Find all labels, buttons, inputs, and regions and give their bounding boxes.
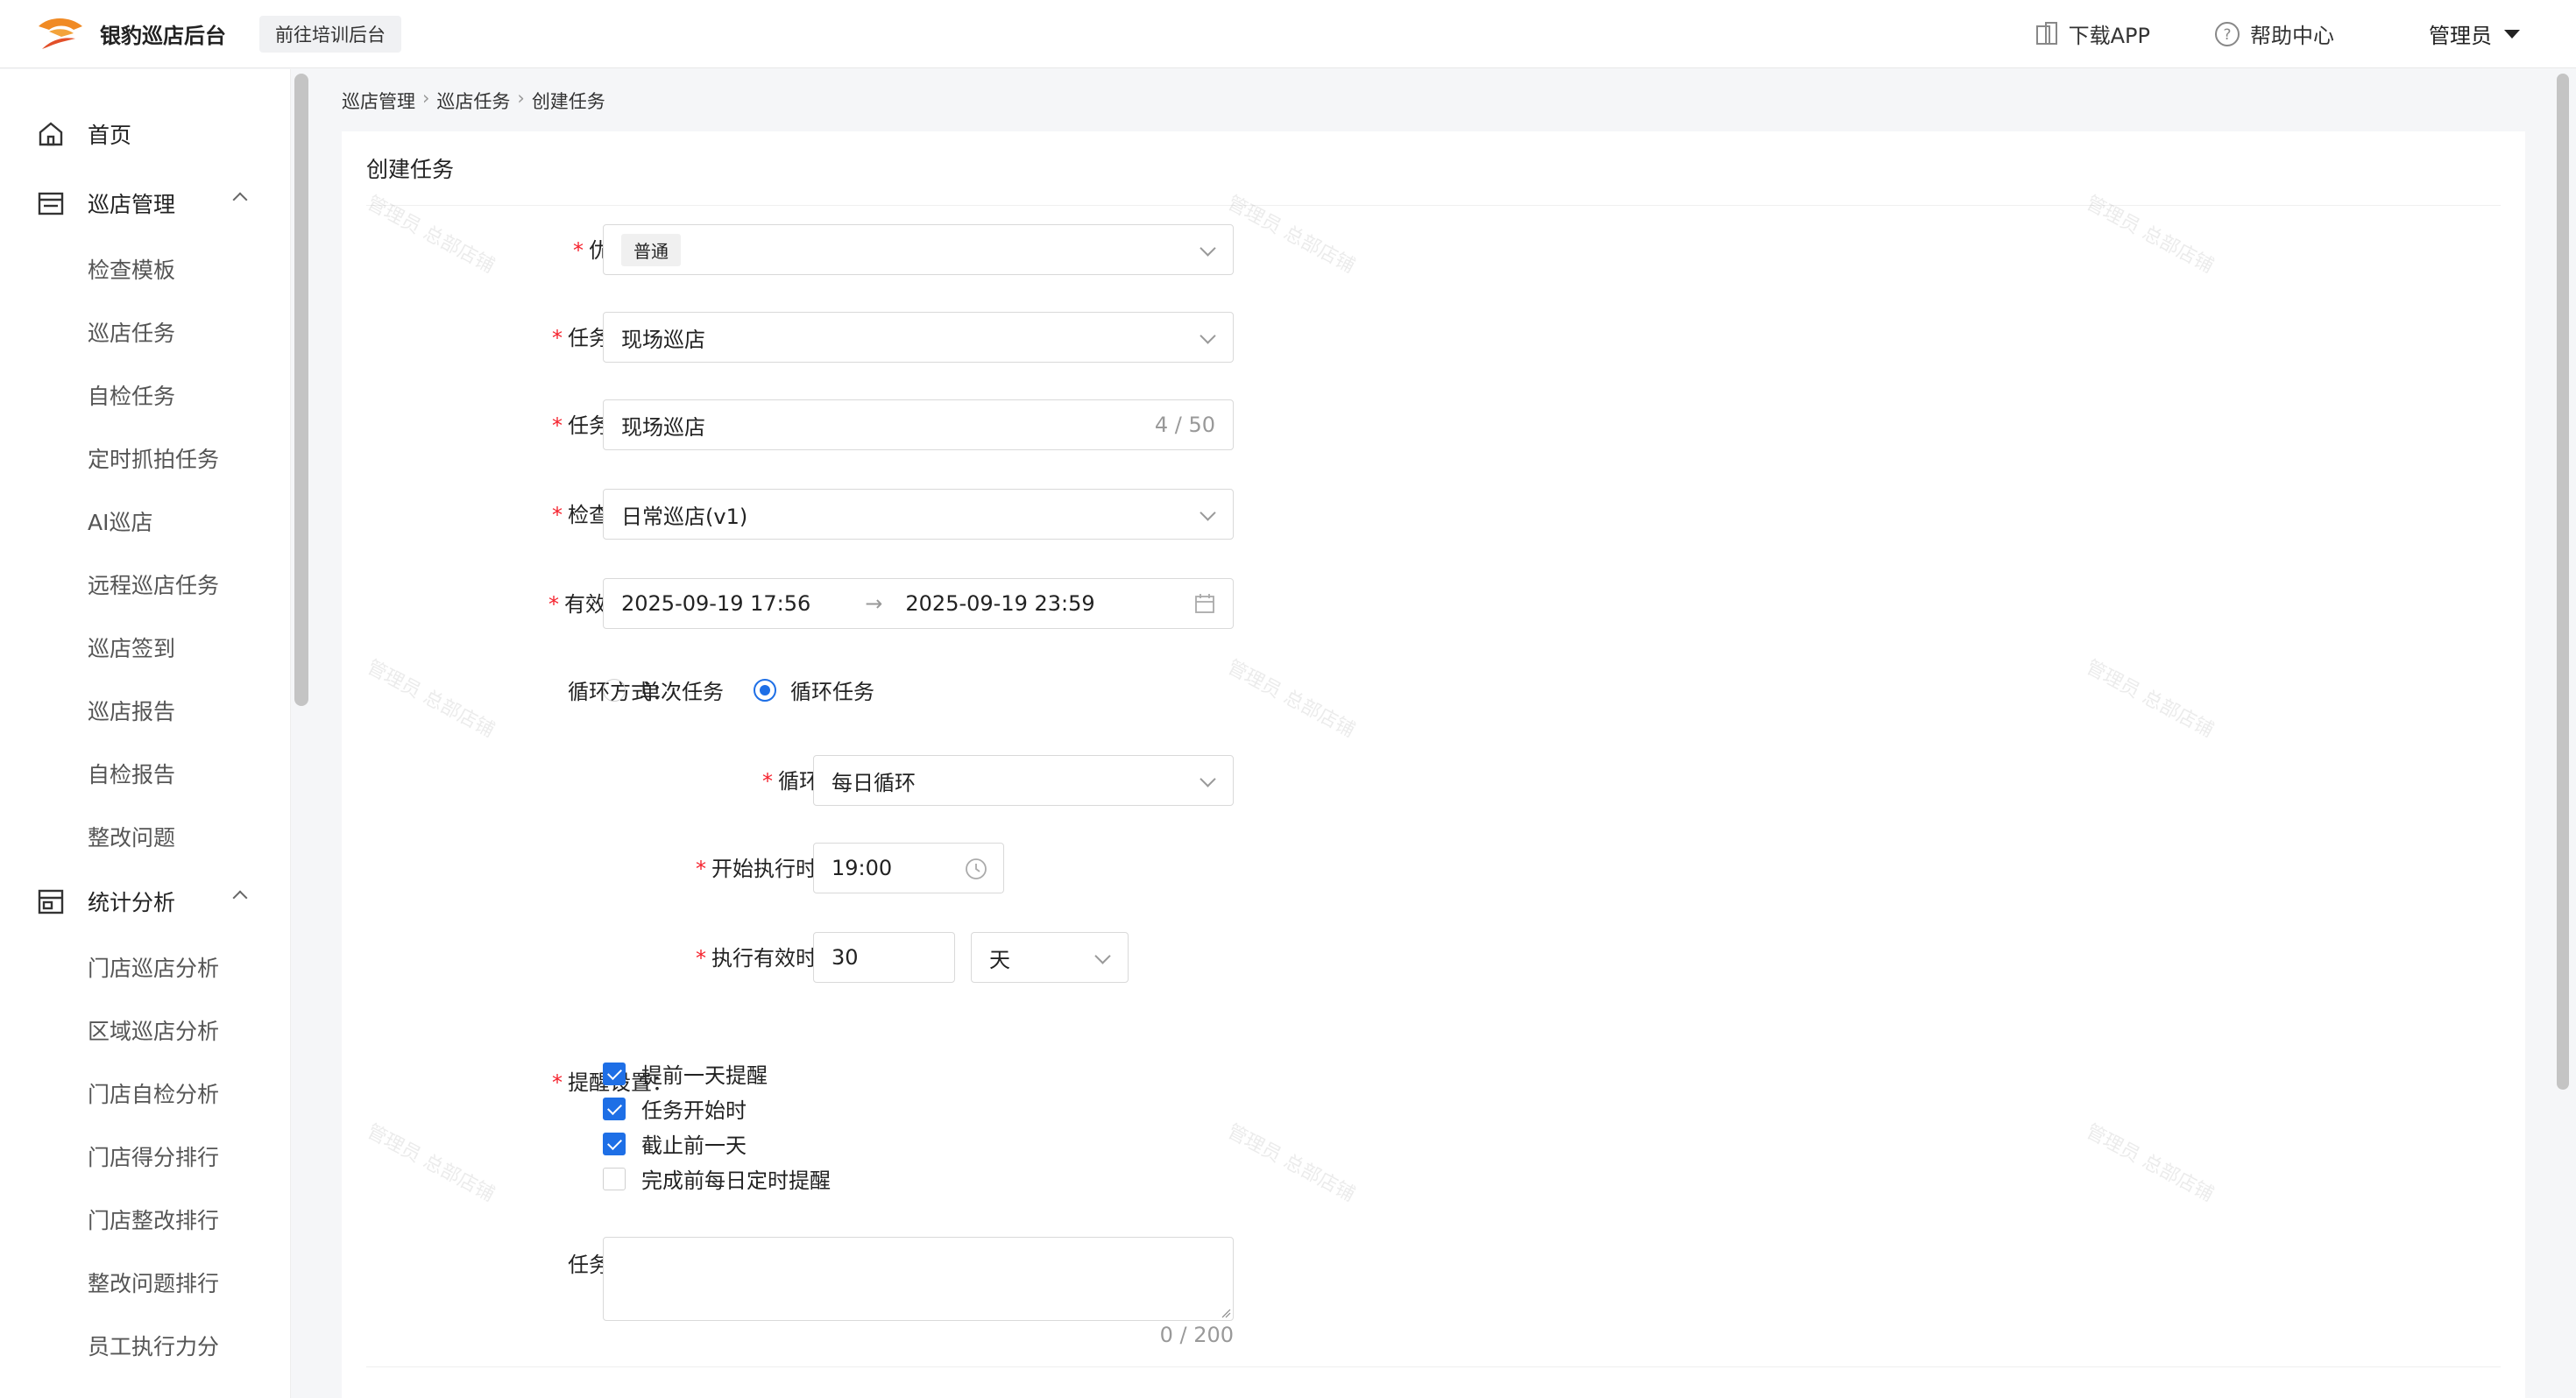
chevron-down-icon <box>1200 771 1216 787</box>
sidebar: 首页 巡店管理 检查模板巡店任务自检任务定时抓拍任务 AI巡店远程巡店任务 巡店签到… <box>0 69 291 1398</box>
chevron-down-icon <box>1200 328 1216 344</box>
breadcrumb-item[interactable]: 巡店管理 <box>342 88 415 114</box>
breadcrumb-item: 创建任务 <box>531 91 605 112</box>
sidebar-item[interactable]: 定时抓拍任务 <box>88 442 219 474</box>
checkbox-on-task-start[interactable]: 任务开始时 <box>603 1093 747 1124</box>
sidebar-scrollbar[interactable] <box>294 74 308 706</box>
duration-unit-select[interactable]: 天 <box>971 932 1129 983</box>
top-header: 银豹巡店后台 前往培训后台 下载APP ? 帮助中心 管理员 <box>0 0 2576 68</box>
sidebar-item[interactable]: 整改问题排行 <box>88 1267 219 1298</box>
calendar-icon <box>1195 594 1214 613</box>
chevron-up-icon <box>232 192 248 208</box>
range-arrow: → <box>865 591 883 616</box>
checkbox-day-before-deadline[interactable]: 截止前一天 <box>603 1128 747 1159</box>
chevron-up-icon <box>232 890 248 906</box>
sidebar-item[interactable]: 门店得分排行 <box>88 1140 219 1172</box>
watermark: 管理员 总部店铺 <box>1223 192 1359 279</box>
chevron-down-icon <box>1200 240 1216 257</box>
start-date[interactable]: 2025-09-19 17:56 <box>621 591 810 616</box>
page-scrollbar[interactable] <box>2557 74 2569 1090</box>
watermark: 管理员 总部店铺 <box>2082 1120 2218 1207</box>
download-app-icon <box>2035 21 2057 45</box>
user-menu[interactable]: 管理员 <box>2429 18 2520 49</box>
sidebar-item[interactable]: 门店巡店分析 <box>88 951 219 983</box>
priority-tag: 普通 <box>621 233 681 266</box>
checkbox-daily-reminder[interactable]: 完成前每日定时提醒 <box>603 1163 831 1194</box>
download-app-link[interactable]: 下载APP <box>2034 18 2150 49</box>
training-backend-button[interactable]: 前往培训后台 <box>259 15 401 53</box>
task-type-select[interactable]: 现场巡店 <box>603 312 1234 363</box>
svg-text:?: ? <box>2223 26 2231 44</box>
nav-statistics[interactable]: 统计分析 <box>37 886 248 917</box>
leopard-logo-icon <box>39 18 82 49</box>
sidebar-item[interactable]: AI巡店 <box>88 505 152 537</box>
clock-icon <box>966 858 987 879</box>
sidebar-item[interactable]: 整改问题 <box>88 821 175 852</box>
caret-down-icon <box>2504 29 2520 39</box>
calendar-list-icon <box>38 192 64 215</box>
priority-select[interactable]: 普通 <box>603 224 1234 275</box>
chevron-down-icon <box>1094 948 1111 964</box>
watermark: 管理员 总部店铺 <box>363 1120 499 1207</box>
sidebar-item[interactable]: 门店自检分析 <box>88 1077 219 1109</box>
description-counter: 0 / 200 <box>1159 1323 1234 1347</box>
loop-period-select[interactable]: 每日循环 <box>813 755 1234 806</box>
watermark: 管理员 总部店铺 <box>2082 192 2218 279</box>
validity-range-picker[interactable]: 2025-09-19 17:56 → 2025-09-19 23:59 <box>603 578 1234 629</box>
resize-handle-icon[interactable] <box>1221 1308 1231 1318</box>
sidebar-item[interactable]: 远程巡店任务 <box>88 568 219 600</box>
chevron-down-icon <box>1200 505 1216 521</box>
sidebar-item[interactable]: 区域巡店分析 <box>88 1014 219 1046</box>
create-task-card: 创建任务 管理员 总部店铺 管理员 总部店铺 管理员 总部店铺 管理员 总部店铺… <box>342 131 2525 1398</box>
sidebar-item[interactable]: 自检任务 <box>88 379 175 411</box>
char-counter: 4 / 50 <box>1154 413 1215 437</box>
nav-home[interactable]: 首页 <box>37 118 131 150</box>
template-select[interactable]: 日常巡店(v1) <box>603 489 1234 540</box>
checkbox-remind-day-before[interactable]: 提前一天提醒 <box>603 1058 768 1089</box>
page-title: 创建任务 <box>366 157 455 182</box>
sidebar-item[interactable]: 员工执行力分 <box>88 1330 219 1361</box>
logo[interactable]: 银豹巡店后台 <box>35 14 226 54</box>
home-icon <box>39 122 63 146</box>
watermark: 管理员 总部店铺 <box>2082 656 2218 743</box>
help-center-link[interactable]: ? 帮助中心 <box>2213 18 2334 49</box>
breadcrumb: 巡店管理 › 巡店任务 › 创建任务 <box>342 88 605 114</box>
help-icon: ? <box>2215 21 2240 46</box>
duration-input[interactable]: 30 <box>813 932 955 983</box>
breadcrumb-item[interactable]: 巡店任务 <box>436 88 510 114</box>
nav-patrol-management[interactable]: 巡店管理 <box>37 187 248 219</box>
sidebar-item[interactable]: 巡店报告 <box>88 695 175 726</box>
watermark: 管理员 总部店铺 <box>1223 1120 1359 1207</box>
sidebar-item[interactable]: 巡店签到 <box>88 632 175 663</box>
watermark: 管理员 总部店铺 <box>1223 656 1359 743</box>
statistics-icon <box>38 889 64 914</box>
radio-loop-task[interactable]: 循环任务 <box>754 674 874 705</box>
sidebar-item[interactable]: 门店整改排行 <box>88 1204 219 1235</box>
sidebar-item[interactable]: 自检报告 <box>88 758 175 789</box>
start-time-picker[interactable]: 19:00 <box>813 843 1004 893</box>
sidebar-item[interactable]: 巡店任务 <box>88 316 175 348</box>
app-title: 银豹巡店后台 <box>100 24 226 48</box>
description-textarea[interactable] <box>603 1237 1234 1321</box>
radio-single-task[interactable]: 单次任务 <box>603 674 724 705</box>
end-date[interactable]: 2025-09-19 23:59 <box>905 591 1094 616</box>
task-name-input[interactable]: 现场巡店 4 / 50 <box>603 399 1234 450</box>
sidebar-item[interactable]: 检查模板 <box>88 253 175 285</box>
